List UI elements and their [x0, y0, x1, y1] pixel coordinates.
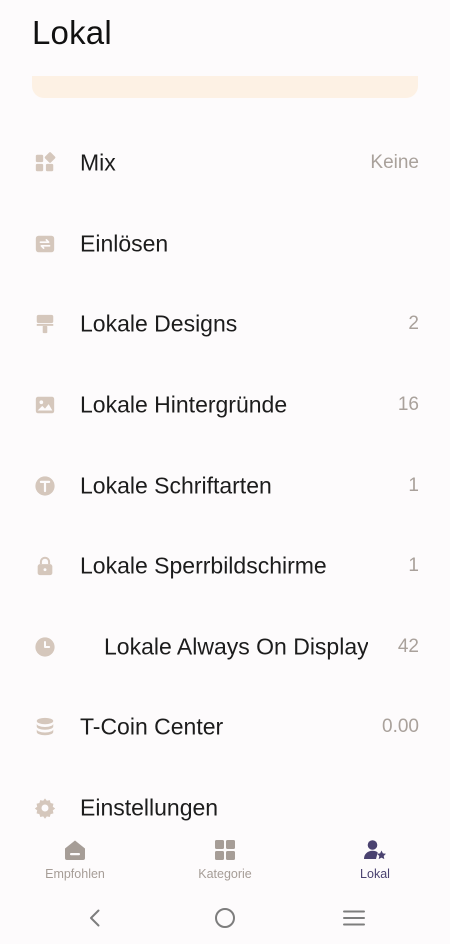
menu-item-label: T-Coin Center [80, 713, 224, 740]
menu-item-value: 1 [408, 474, 419, 496]
exchange-icon [33, 232, 57, 256]
menu-item-label: Mix [80, 149, 116, 176]
grid-icon [212, 837, 238, 863]
menu-item-lokale-designs[interactable]: Lokale Designs 2 [0, 284, 450, 365]
image-icon [33, 393, 57, 417]
system-navigation-bar [0, 890, 450, 944]
coin-stack-icon [33, 715, 57, 739]
page-title: Lokal [32, 14, 112, 51]
menu-item-label: Lokale Schriftarten [80, 472, 272, 499]
menu-item-value: 1 [408, 555, 419, 577]
widgets-icon [33, 151, 57, 175]
tab-label: Kategorie [198, 867, 252, 881]
menu-item-value: 42 [397, 635, 419, 657]
clock-icon [33, 635, 57, 659]
back-icon[interactable] [83, 906, 107, 930]
tab-lokal[interactable]: Lokal [300, 822, 450, 890]
menu-item-label: Lokale Always On Display [104, 633, 368, 660]
tab-label: Empfohlen [45, 867, 105, 881]
menu-item-lokale-always-on-display[interactable]: Lokale Always On Display 42 [0, 607, 450, 688]
tab-empfohlen[interactable]: Empfohlen [0, 822, 150, 890]
user-star-icon [362, 837, 388, 863]
menu-item-label: Einstellungen [80, 794, 219, 821]
menu-item-lokale-schriftarten[interactable]: Lokale Schriftarten 1 [0, 445, 450, 526]
menu-item-t-coin-center[interactable]: T-Coin Center 0.00 [0, 687, 450, 768]
menu-item-lokale-sperrbildschirme[interactable]: Lokale Sperrbildschirme 1 [0, 526, 450, 607]
gear-icon [33, 796, 57, 820]
bottom-navigation: Empfohlen Kategorie Lokal [0, 822, 450, 890]
menu-item-value: Keine [370, 152, 419, 174]
menu-item-label: Einlösen [80, 230, 169, 257]
menu-item-lokale-hintergruende[interactable]: Lokale Hintergründe 16 [0, 365, 450, 446]
menu-item-label: Lokale Hintergründe [80, 391, 288, 418]
home-icon [62, 837, 88, 863]
recents-menu-icon[interactable] [342, 906, 366, 930]
menu-item-label: Lokale Sperrbildschirme [80, 552, 327, 579]
home-circle-icon[interactable] [213, 906, 237, 930]
menu-item-value: 2 [408, 313, 419, 335]
menu-item-value: 0.00 [382, 716, 419, 738]
promo-banner[interactable] [32, 76, 418, 98]
lock-icon [33, 554, 57, 578]
menu-item-value: 16 [397, 394, 419, 416]
menu-item-einloesen[interactable]: Einlösen [0, 204, 450, 285]
menu-list: Mix Keine Einlösen Lokale Designs 2 Loka… [0, 123, 450, 848]
tab-label: Lokal [360, 867, 390, 881]
menu-item-label: Lokale Designs [80, 310, 238, 337]
font-icon [33, 474, 57, 498]
menu-item-mix[interactable]: Mix Keine [0, 123, 450, 204]
tab-kategorie[interactable]: Kategorie [150, 822, 300, 890]
paint-roller-icon [33, 312, 57, 336]
